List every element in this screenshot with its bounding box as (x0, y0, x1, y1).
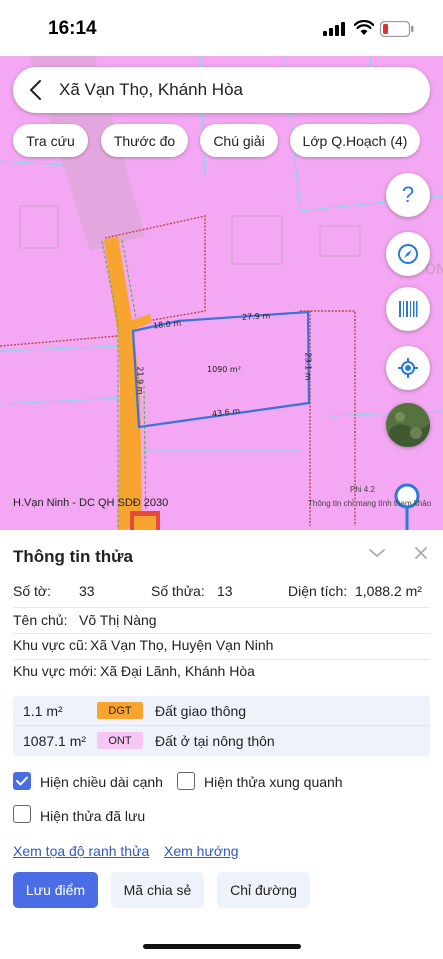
directions-button[interactable]: Chỉ đường (217, 872, 310, 908)
dien-tich-label: Diện tích: (288, 583, 348, 599)
chip-tra-cuu[interactable]: Tra cứu (13, 124, 88, 157)
parcel-numbers-row: Số tờ: 33 Số thửa: 13 Diện tích: 1,088.2… (13, 583, 430, 603)
battery-low-icon (380, 21, 414, 37)
land-use-row: 1087.1 m² ONT Đất ở tại nông thôn (13, 726, 430, 756)
so-thua-label: Số thửa: (151, 583, 205, 599)
my-location-button[interactable] (386, 346, 430, 390)
view-boundary-coordinates-link[interactable]: Xem tọa độ ranh thửa (13, 843, 149, 859)
satellite-thumbnail-icon (386, 403, 430, 447)
chevron-down-icon[interactable] (368, 547, 386, 559)
home-indicator[interactable] (143, 944, 301, 949)
edge-label-left: 21.9 m (135, 366, 145, 395)
map-layer-caption: H.Vạn Ninh - DC QH SDĐ 2030 (13, 497, 169, 509)
so-to-value: 33 (79, 583, 95, 599)
show-edge-length-label[interactable]: Hiện chiều dài cạnh (40, 774, 163, 790)
help-icon: ? (401, 182, 415, 207)
compass-button[interactable] (386, 232, 430, 276)
land-use-code-badge: ONT (97, 732, 143, 749)
edge-label-top-right: 27.9 m (241, 311, 271, 322)
old-area-label: Khu vực cũ: (13, 637, 88, 653)
show-saved-parcels-checkbox[interactable] (13, 805, 31, 823)
land-use-area: 1087.1 m² (23, 733, 87, 749)
status-time: 16:14 (48, 18, 97, 39)
parcel-area-label: 1090 m² (207, 365, 241, 374)
satellite-layer-button[interactable] (386, 403, 430, 447)
chip-lop-quy-hoach[interactable]: Lớp Q.Hoạch (4) (290, 124, 420, 157)
compass-icon (398, 244, 418, 264)
old-area-value: Xã Vạn Thọ, Huyện Vạn Ninh (90, 637, 274, 653)
so-to-label: Số tờ: (13, 583, 51, 599)
divider (13, 607, 430, 608)
share-code-button[interactable]: Mã chia sẻ (111, 872, 204, 908)
sheet-title: Thông tin thửa (13, 547, 133, 566)
check-icon (16, 776, 28, 786)
so-thua-value: 13 (217, 583, 233, 599)
map-tool-chips: Tra cứu Thước đo Chú giải Lớp Q.Hoạch (4… (0, 124, 443, 158)
status-bar: 16:14 (0, 0, 443, 56)
cellular-signal-icon (323, 22, 345, 36)
new-area-row: Khu vực mới: Xã Đại Lãnh, Khánh Hòa (13, 663, 430, 683)
show-neighbor-parcels-checkbox[interactable] (177, 772, 195, 790)
new-area-label: Khu vực mới: (13, 663, 97, 679)
show-edge-length-checkbox[interactable] (13, 772, 31, 790)
barcode-icon (399, 301, 418, 317)
old-area-row: Khu vực cũ: Xã Vạn Thọ, Huyện Vạn Ninh (13, 637, 430, 657)
land-use-code-badge: DGT (97, 702, 143, 719)
chip-chu-giai[interactable]: Chú giải (200, 124, 278, 157)
save-point-button[interactable]: Lưu điểm (13, 872, 98, 908)
land-use-description: Đất giao thông (155, 703, 247, 719)
location-title: Xã Vạn Thọ, Khánh Hòa (59, 80, 243, 99)
dien-tich-value: 1,088.2 m² (355, 583, 422, 599)
map-credit: Thông tin chỉ mang tính tham khảo (308, 499, 432, 508)
locate-me-icon (398, 358, 418, 378)
land-use-row: 1.1 m² DGT Đất giao thông (13, 696, 430, 726)
divider (13, 633, 430, 634)
owner-value: Võ Thị Nàng (79, 612, 157, 628)
faint-map-text: ONT (425, 262, 443, 278)
divider (13, 659, 430, 660)
owner-row: Tên chủ: Võ Thị Nàng (13, 612, 430, 632)
land-use-description: Đất ở tại nông thôn (155, 733, 275, 749)
close-icon[interactable] (414, 546, 428, 560)
land-use-area: 1.1 m² (23, 703, 63, 719)
back-arrow-icon[interactable] (27, 79, 45, 101)
new-area-value: Xã Đại Lãnh, Khánh Hòa (100, 663, 255, 679)
help-button[interactable]: ? (386, 173, 430, 217)
edge-label-right: 23.1 m (303, 352, 313, 381)
wifi-icon (354, 20, 374, 35)
show-neighbor-parcels-label[interactable]: Hiện thửa xung quanh (204, 774, 343, 790)
land-use-table: 1.1 m² DGT Đất giao thông 1087.1 m² ONT … (13, 696, 430, 756)
map-credit-partial: Phi 4.2 (350, 485, 375, 494)
show-saved-parcels-label[interactable]: Hiện thửa đã lưu (40, 808, 145, 824)
barcode-scan-button[interactable] (386, 287, 430, 331)
chip-thuoc-do[interactable]: Thước đo (101, 124, 188, 157)
parcel-info-sheet: Thông tin thửa Số tờ: 33 Số thửa: 13 Diệ… (0, 530, 443, 959)
location-search-bar[interactable]: Xã Vạn Thọ, Khánh Hòa (13, 67, 430, 113)
owner-label: Tên chủ: (13, 612, 68, 628)
view-direction-link[interactable]: Xem hướng (164, 843, 239, 859)
